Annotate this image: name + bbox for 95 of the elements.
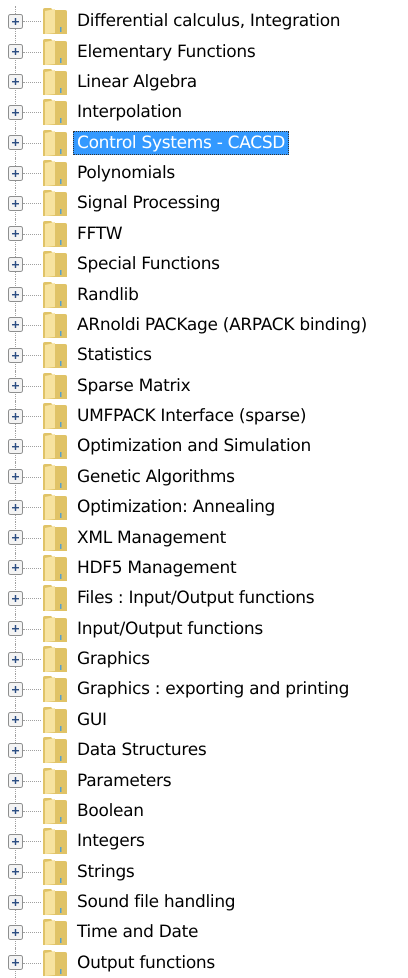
expand-icon[interactable] [8,104,23,120]
expand-icon[interactable] [8,408,23,424]
tree-item-label[interactable]: Graphics : exporting and printing [73,677,354,702]
expand-icon[interactable] [8,834,23,849]
folder-icon [42,220,68,248]
tree-item-label[interactable]: XML Management [73,526,230,550]
folder-icon [42,554,68,582]
expand-icon[interactable] [8,652,23,667]
folder-icon [42,888,68,916]
expand-icon[interactable] [8,378,23,394]
tree-item-label[interactable]: FFTW [73,222,126,246]
tree-item-label[interactable]: GUI [73,708,111,732]
folder-icon [42,736,68,764]
folder-icon [42,98,68,126]
folder-icon [42,280,68,309]
tree-item-label[interactable]: Optimization and Simulation [73,434,315,458]
expand-icon[interactable] [8,438,23,454]
expand-icon[interactable] [8,135,23,150]
expand-icon[interactable] [8,955,23,970]
folder-icon [42,524,68,552]
tree-item-label[interactable]: Elementary Functions [73,40,260,64]
tree-item-label[interactable]: Data Structures [73,738,210,762]
tree-item-label[interactable]: UMFPACK Interface (sparse) [73,404,310,428]
tree-item-label[interactable]: Linear Algebra [73,70,201,94]
tree-item-label[interactable]: Graphics [73,647,154,672]
folder-icon [42,189,68,218]
tree-item-label[interactable]: Output functions [73,950,219,975]
tree-item-label[interactable]: Input/Output functions [73,616,267,641]
expand-icon[interactable] [8,712,23,728]
folder-icon [42,645,68,674]
expand-icon[interactable] [8,590,23,606]
expand-icon[interactable] [8,469,23,484]
tree-item-label[interactable]: Special Functions [73,252,224,276]
tree-item-label[interactable]: Polynomials [73,161,179,186]
tree-item-label[interactable]: Boolean [73,798,148,823]
tree-item-label[interactable]: Interpolation [73,100,186,124]
folder-icon [42,858,68,886]
folder-icon [42,341,68,370]
expand-icon[interactable] [8,742,23,758]
folder-icon [42,38,68,66]
tree-item-label[interactable]: Randlib [73,282,143,307]
tree-item-label[interactable]: Strings [73,860,138,884]
folder-icon [42,250,68,278]
tree-item-label[interactable]: Sound file handling [73,890,240,914]
expand-icon[interactable] [8,74,23,90]
folder-icon [42,493,68,522]
folder-icon [42,584,68,612]
tree-item-label[interactable]: Genetic Algorithms [73,464,239,489]
tree-item-label[interactable]: Differential calculus, Integration [73,9,344,34]
expand-icon[interactable] [8,682,23,697]
folder-icon [42,7,68,36]
folder-icon [42,706,68,734]
expand-icon[interactable] [8,500,23,515]
expand-icon[interactable] [8,287,23,302]
tree-item-label[interactable]: HDF5 Management [73,556,240,580]
folder-icon [42,614,68,643]
tree-item-label[interactable]: Optimization: Annealing [73,495,280,520]
tree-item-label[interactable]: Sparse Matrix [73,374,194,398]
folder-icon [42,918,68,946]
expand-icon[interactable] [8,924,23,940]
folder-icon [42,766,68,795]
expand-icon[interactable] [8,166,23,181]
expand-icon[interactable] [8,530,23,546]
folder-icon [42,68,68,96]
folder-icon [42,372,68,400]
folder-icon [42,402,68,430]
expand-icon[interactable] [8,773,23,788]
folder-icon [42,462,68,491]
expand-icon[interactable] [8,803,23,818]
expand-icon[interactable] [8,256,23,272]
folder-icon [42,827,68,856]
folder-icon [42,310,68,339]
tree-item-label[interactable]: Time and Date [73,920,202,944]
folder-icon [42,432,68,460]
tree-item-label[interactable]: Statistics [73,343,156,368]
expand-icon[interactable] [8,621,23,636]
tree-item-label[interactable]: ARnoldi PACKage (ARPACK binding) [73,312,371,337]
folder-icon [42,128,68,157]
tree-item-label[interactable]: Integers [73,829,149,854]
folder-icon [42,948,68,977]
expand-icon[interactable] [8,196,23,211]
tree-item-label[interactable]: Files : Input/Output functions [73,586,318,610]
expand-icon[interactable] [8,560,23,576]
expand-icon[interactable] [8,894,23,910]
folder-icon [42,159,68,188]
expand-icon[interactable] [8,14,23,29]
expand-icon[interactable] [8,226,23,242]
expand-icon[interactable] [8,317,23,332]
folder-icon [42,675,68,704]
expand-icon[interactable] [8,348,23,363]
folder-icon [42,796,68,825]
expand-icon[interactable] [8,864,23,880]
tree-item-label[interactable]: Parameters [73,768,176,793]
tree-item-label[interactable]: Signal Processing [73,191,224,216]
expand-icon[interactable] [8,44,23,60]
